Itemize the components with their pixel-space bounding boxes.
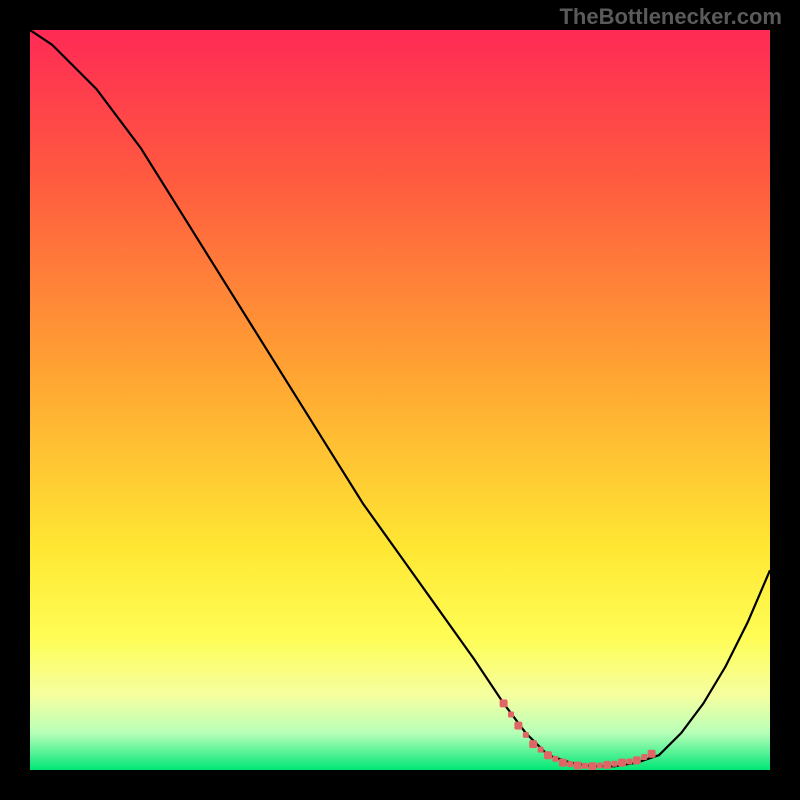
optimal-marker [633, 756, 641, 764]
watermark-label: TheBottlenecker.com [559, 4, 782, 30]
chart-background [30, 30, 770, 770]
optimal-marker [508, 712, 514, 718]
optimal-marker [641, 754, 647, 760]
optimal-marker [514, 722, 522, 730]
optimal-marker [544, 751, 552, 759]
optimal-marker [574, 762, 582, 770]
optimal-marker [626, 758, 632, 764]
optimal-marker [648, 750, 656, 758]
optimal-marker [603, 761, 611, 769]
optimal-marker [529, 740, 537, 748]
optimal-marker [500, 699, 508, 707]
optimal-marker [567, 761, 573, 767]
plot-area [30, 30, 770, 770]
optimal-marker [588, 762, 596, 770]
optimal-marker [552, 756, 558, 762]
optimal-marker [618, 759, 626, 767]
optimal-marker [612, 761, 618, 767]
optimal-marker [582, 763, 588, 769]
optimal-marker [538, 747, 544, 753]
optimal-marker [597, 763, 603, 769]
bottleneck-chart [30, 30, 770, 770]
optimal-marker [559, 759, 567, 767]
optimal-marker [523, 732, 529, 738]
